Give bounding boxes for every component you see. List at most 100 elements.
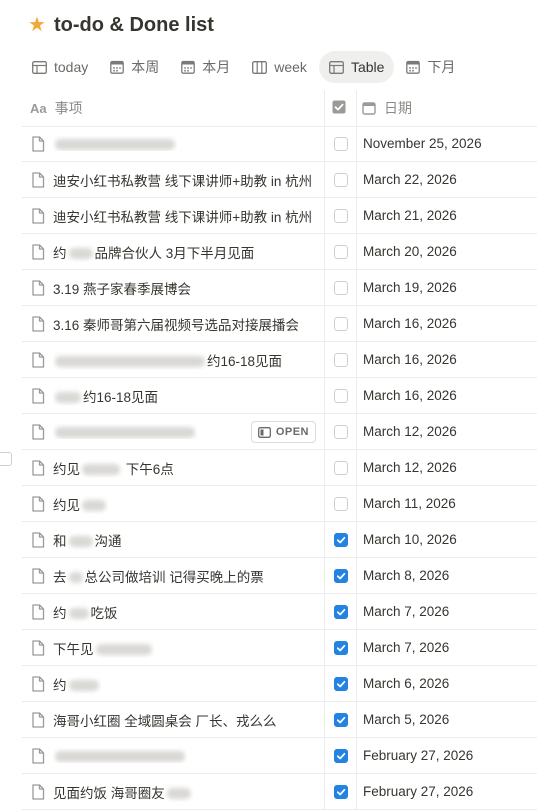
date-cell[interactable]: March 10, 2026	[357, 522, 537, 557]
row-title[interactable]	[53, 748, 187, 763]
table-row[interactable]: 和 沟通 March 10, 2026	[22, 522, 537, 558]
row-title[interactable]: 去 总公司做培训 记得买晚上的票	[53, 566, 264, 586]
name-cell[interactable]: 见面约饭 海哥圈友	[22, 774, 325, 809]
table-row[interactable]: 约见 March 11, 2026	[22, 486, 537, 522]
table-row[interactable]: 约 吃饭 March 7, 2026	[22, 594, 537, 630]
row-title[interactable]: 和 沟通	[53, 530, 122, 550]
tab-table[interactable]: Table	[318, 51, 395, 83]
row-title[interactable]: 约见 下午6点	[53, 458, 174, 478]
page-title[interactable]: to-do & Done list	[54, 14, 214, 37]
date-cell[interactable]: March 5, 2026	[357, 702, 537, 737]
date-cell[interactable]: March 7, 2026	[357, 594, 537, 629]
name-cell[interactable]: 下午见	[22, 630, 325, 665]
table-row[interactable]: 去 总公司做培训 记得买晚上的票 March 8, 2026	[22, 558, 537, 594]
name-cell[interactable]: 和 沟通	[22, 522, 325, 557]
tab-本月[interactable]: 本月	[171, 51, 240, 83]
table-row[interactable]: 3.16 秦师哥第六届视频号选品对接展播会 March 16, 2026	[22, 306, 537, 342]
date-cell[interactable]: March 20, 2026	[357, 234, 537, 269]
name-cell[interactable]: 海哥小红圈 全域圆桌会 厂长、戎么么	[22, 702, 325, 737]
date-cell[interactable]: March 12, 2026	[357, 414, 537, 449]
name-cell[interactable]: 约见 下午6点	[22, 450, 325, 485]
table-row[interactable]: 约 March 6, 2026	[22, 666, 537, 702]
table-row[interactable]: 约16-18见面 March 16, 2026	[22, 342, 537, 378]
tab-下月[interactable]: 下月	[396, 51, 465, 83]
done-checkbox-checked[interactable]	[333, 532, 348, 547]
done-checkbox[interactable]	[333, 280, 348, 295]
row-title[interactable]: 迪安小红书私教营 线下课讲师+助教 in 杭州	[53, 170, 312, 190]
table-row[interactable]: February 27, 2026	[22, 738, 537, 774]
name-cell[interactable]: 迪安小红书私教营 线下课讲师+助教 in 杭州	[22, 162, 325, 197]
date-cell[interactable]: March 16, 2026	[357, 378, 537, 413]
row-title[interactable]: 约16-18见面	[53, 350, 282, 370]
name-cell[interactable]: 去 总公司做培训 记得买晚上的票	[22, 558, 325, 593]
table-row[interactable]: 约16-18见面 March 16, 2026	[22, 378, 537, 414]
column-header-date[interactable]: 日期	[362, 90, 412, 126]
done-checkbox[interactable]	[333, 388, 348, 403]
table-row[interactable]: 迪安小红书私教营 线下课讲师+助教 in 杭州 March 22, 2026	[22, 162, 537, 198]
name-cell[interactable]: 3.16 秦师哥第六届视频号选品对接展播会	[22, 306, 325, 341]
name-cell[interactable]: 迪安小红书私教营 线下课讲师+助教 in 杭州	[22, 198, 325, 233]
done-checkbox-checked[interactable]	[333, 568, 348, 583]
date-cell[interactable]: March 6, 2026	[357, 666, 537, 701]
date-cell[interactable]: March 21, 2026	[357, 198, 537, 233]
done-checkbox-checked[interactable]	[333, 676, 348, 691]
table-row[interactable]: OPEN March 12, 2026	[22, 414, 537, 450]
name-cell[interactable]	[22, 126, 325, 161]
table-row[interactable]: 下午见 March 7, 2026	[22, 630, 537, 666]
row-title[interactable]: 3.16 秦师哥第六届视频号选品对接展播会	[53, 314, 299, 334]
table-row[interactable]: 约见 下午6点 March 12, 2026	[22, 450, 537, 486]
date-cell[interactable]: March 16, 2026	[357, 342, 537, 377]
done-checkbox[interactable]	[333, 424, 348, 439]
column-divider[interactable]	[324, 90, 325, 126]
name-cell[interactable]: 约16-18见面	[22, 378, 325, 413]
done-checkbox[interactable]	[333, 244, 348, 259]
open-page-button[interactable]: OPEN	[250, 421, 316, 443]
name-cell[interactable]: 约 吃饭	[22, 594, 325, 629]
row-title[interactable]: 约16-18见面	[53, 386, 158, 406]
done-checkbox[interactable]	[333, 352, 348, 367]
tab-week[interactable]: week	[242, 51, 317, 83]
date-cell[interactable]: February 27, 2026	[357, 774, 537, 809]
row-select-handle[interactable]	[0, 452, 12, 466]
column-header-done[interactable]	[332, 100, 346, 117]
table-row[interactable]: 迪安小红书私教营 线下课讲师+助教 in 杭州 March 21, 2026	[22, 198, 537, 234]
star-icon[interactable]: ★	[28, 15, 46, 35]
date-cell[interactable]: February 27, 2026	[357, 738, 537, 773]
done-checkbox[interactable]	[333, 136, 348, 151]
table-row[interactable]: 约 品牌合伙人 3月下半月见面 March 20, 2026	[22, 234, 537, 270]
table-row[interactable]: 海哥小红圈 全域圆桌会 厂长、戎么么 March 5, 2026	[22, 702, 537, 738]
table-row[interactable]: November 25, 2026	[22, 126, 537, 162]
date-cell[interactable]: March 12, 2026	[357, 450, 537, 485]
column-divider[interactable]	[356, 90, 357, 126]
done-checkbox-checked[interactable]	[333, 640, 348, 655]
row-title[interactable]: 迪安小红书私教营 线下课讲师+助教 in 杭州	[53, 206, 312, 226]
tab-today[interactable]: today	[22, 51, 98, 83]
row-title[interactable]	[53, 136, 177, 151]
row-title[interactable]: 约 吃饭	[53, 602, 118, 622]
row-title[interactable]: 见面约饭 海哥圈友	[53, 782, 193, 802]
row-title[interactable]	[53, 424, 197, 439]
row-title[interactable]: 下午见	[53, 638, 154, 658]
table-row[interactable]: 见面约饭 海哥圈友 February 27, 2026	[22, 774, 537, 810]
name-cell[interactable]	[22, 738, 325, 773]
done-checkbox[interactable]	[333, 316, 348, 331]
done-checkbox-checked[interactable]	[333, 748, 348, 763]
tab-本周[interactable]: 本周	[100, 51, 169, 83]
date-cell[interactable]: March 8, 2026	[357, 558, 537, 593]
date-cell[interactable]: March 19, 2026	[357, 270, 537, 305]
date-cell[interactable]: November 25, 2026	[357, 126, 537, 161]
row-title[interactable]: 约 品牌合伙人 3月下半月见面	[53, 242, 254, 262]
row-title[interactable]: 约	[53, 674, 101, 694]
date-cell[interactable]: March 16, 2026	[357, 306, 537, 341]
date-cell[interactable]: March 11, 2026	[357, 486, 537, 521]
name-cell[interactable]: OPEN	[22, 414, 325, 449]
done-checkbox-checked[interactable]	[333, 784, 348, 799]
table-row[interactable]: 3.19 燕子家春季展博会 March 19, 2026	[22, 270, 537, 306]
done-checkbox-checked[interactable]	[333, 604, 348, 619]
done-checkbox-checked[interactable]	[333, 712, 348, 727]
done-checkbox[interactable]	[333, 496, 348, 511]
date-cell[interactable]: March 7, 2026	[357, 630, 537, 665]
name-cell[interactable]: 约 品牌合伙人 3月下半月见面	[22, 234, 325, 269]
done-checkbox[interactable]	[333, 460, 348, 475]
done-checkbox[interactable]	[333, 172, 348, 187]
